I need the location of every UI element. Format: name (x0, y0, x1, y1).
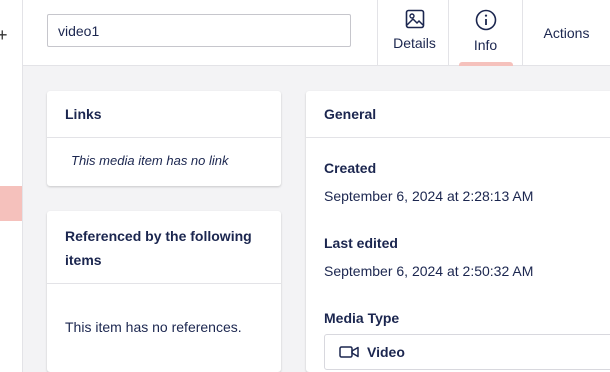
tab-details-label: Details (393, 35, 436, 51)
references-empty-text: This item has no references. (65, 319, 242, 335)
tree-item-active-highlight[interactable] (0, 186, 22, 221)
active-tab-indicator (459, 62, 513, 66)
media-type-label: Media Type (324, 310, 400, 326)
tab-details[interactable]: Details (377, 0, 451, 66)
tab-info[interactable]: Info (448, 0, 522, 66)
links-card: Links This media item has no link (47, 91, 281, 186)
links-card-title: Links (47, 91, 281, 138)
last-edited-value: September 6, 2024 at 2:50:32 AM (324, 263, 534, 279)
references-card-title: Referenced by the following items (47, 211, 281, 284)
created-value: September 6, 2024 at 2:28:13 AM (324, 188, 534, 204)
tab-actions[interactable]: Actions (522, 0, 610, 66)
references-card: Referenced by the following items This i… (47, 211, 281, 372)
general-card-title: General (306, 91, 610, 138)
tab-info-label: Info (473, 37, 498, 53)
media-type-property: Media Type (324, 310, 399, 326)
add-icon[interactable]: + (0, 26, 8, 44)
general-card: General Created September 6, 2024 at 2:2… (306, 91, 610, 372)
last-edited-property: Last edited September 6, 2024 at 2:50:32… (324, 235, 533, 279)
name-input[interactable] (47, 14, 351, 47)
media-type-value: Video (367, 344, 405, 360)
created-label: Created (324, 160, 377, 176)
tab-actions-label: Actions (543, 25, 590, 41)
created-property: Created September 6, 2024 at 2:28:13 AM (324, 160, 533, 204)
image-icon (405, 9, 424, 29)
info-icon (475, 9, 496, 31)
editor-header: Details Info Actions (23, 0, 610, 66)
media-type-value-box[interactable]: Video (324, 334, 610, 370)
links-empty-text: This media item has no link (71, 153, 229, 168)
last-edited-label: Last edited (324, 235, 398, 251)
tree-panel-edge: + (0, 0, 23, 372)
video-camera-icon (339, 346, 359, 358)
